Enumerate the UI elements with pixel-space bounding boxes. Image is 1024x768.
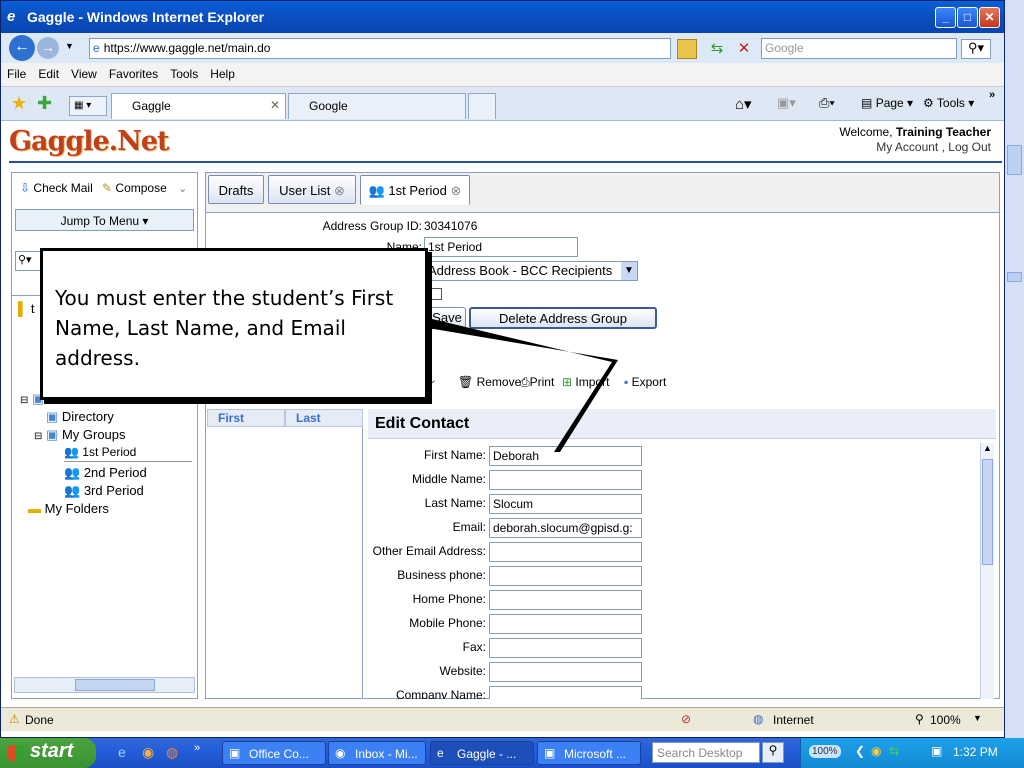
tray-percent[interactable]: 100% [809,745,841,758]
callout-box: You must enter the student’s First Name,… [40,248,428,400]
tray-mail-icon[interactable]: ◉ [871,744,881,758]
task-label: Gaggle - ... [457,747,517,761]
task-label: Inbox - Mi... [355,747,418,761]
task-label: Microsoft ... [564,747,627,761]
search-icon[interactable]: ⚲ [762,742,784,763]
desktop-search-input[interactable]: Search Desktop [652,742,760,763]
task-label: Office Co... [249,747,309,761]
tray-network-icon[interactable]: ⇆ [889,744,899,758]
system-tray: 100% ❮ ◉ ⇆ ▣ 1:32 PM [800,738,1024,768]
task-microsoft[interactable]: ▣ Microsoft ... [537,741,641,765]
callout-arrow [428,318,618,452]
office-icon: ▣ [229,746,241,760]
ie-icon: e [437,746,444,760]
task-inbox[interactable]: ◉ Inbox - Mi... [328,741,426,765]
start-label: start [30,740,74,762]
ie-quicklaunch-icon[interactable]: e [118,744,126,760]
start-button[interactable]: start [0,738,96,768]
tray-z-icon[interactable]: ▣ [931,744,942,758]
clock: 1:32 PM [953,745,998,759]
task-gaggle[interactable]: e Gaggle - ... [430,741,534,765]
tray-back-icon[interactable]: ❮ [855,744,865,758]
office-icon: ▣ [544,746,556,760]
taskbar: start e ◉ ◍ » ▣ Office Co... ◉ Inbox - Mi.… [0,738,1024,768]
task-office[interactable]: ▣ Office Co... [222,741,326,765]
firefox-quicklaunch-icon[interactable]: ◍ [166,744,178,761]
mail-quicklaunch-icon[interactable]: ◉ [142,744,154,761]
more-chevron-icon[interactable]: » [194,742,200,754]
mail-icon: ◉ [335,746,346,760]
windows-logo-icon [8,745,24,761]
